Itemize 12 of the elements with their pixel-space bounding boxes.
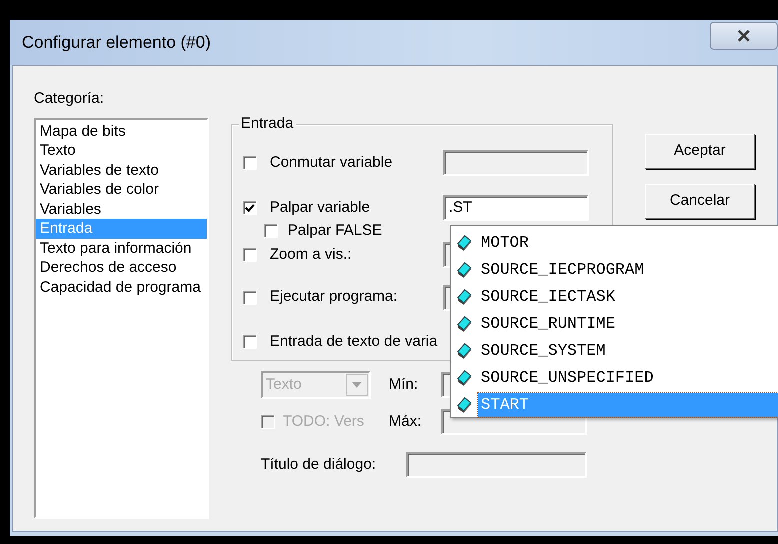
checkbox-label: Palpar variable [270, 198, 372, 218]
category-label: Categoría: [34, 89, 106, 109]
checkbox-label: Entrada de texto de varia [270, 332, 439, 352]
dialog-title-label: Título de diálogo: [261, 454, 378, 475]
max-label: Máx: [389, 412, 423, 432]
checkbox-label: Palpar FALSE [288, 220, 384, 241]
checkbox-label: Conmutar variable [270, 152, 394, 173]
window-title: Configurar elemento (#0) [22, 32, 211, 54]
checkbox-label: TODO: Vers [283, 412, 366, 432]
checkbox-label: Zoom a vis.: [270, 244, 353, 265]
checkbox-label: Ejecutar programa: [270, 287, 399, 308]
min-label: Mín: [389, 374, 420, 395]
